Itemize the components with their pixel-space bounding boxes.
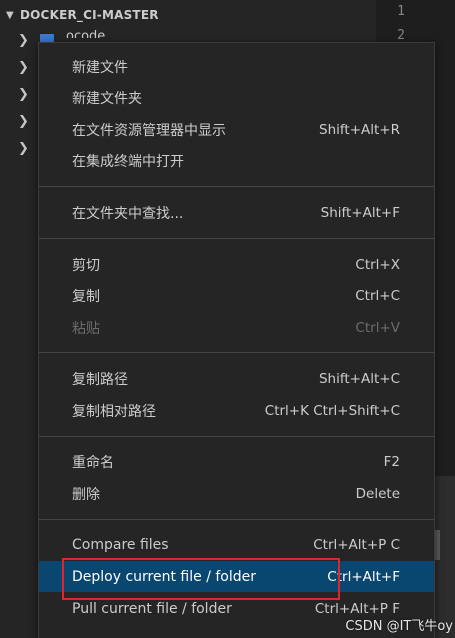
menu-item-shortcut: Shift+Alt+F — [320, 204, 400, 221]
menu-item-new-folder[interactable]: 新建文件夹 — [39, 82, 434, 113]
menu-item-shortcut: Ctrl+X — [355, 256, 400, 273]
explorer-title: DOCKER_CI-MASTER — [20, 8, 159, 22]
menu-item-label: 新建文件夹 — [72, 90, 142, 107]
menu-item-new-file[interactable]: 新建文件 — [39, 51, 434, 82]
menu-item-shortcut: Ctrl+V — [355, 319, 400, 336]
menu-separator — [39, 519, 434, 520]
vscode-window: ▼ DOCKER_CI-MASTER ❯ ❯ ❯ ❯ ❯ ocode 1 2 [… — [0, 0, 455, 638]
menu-item-label: 复制 — [72, 288, 100, 305]
menu-item-reveal-in-explorer[interactable]: 在文件资源管理器中显示 Shift+Alt+R — [39, 114, 434, 145]
menu-item-shortcut: Ctrl+C — [355, 287, 400, 304]
menu-item-label: 删除 — [72, 486, 100, 503]
menu-item-shortcut: Ctrl+K Ctrl+Shift+C — [264, 402, 400, 419]
menu-item-find-in-folder[interactable]: 在文件夹中查找... Shift+Alt+F — [39, 197, 434, 228]
menu-item-label: 复制路径 — [72, 371, 128, 388]
menu-item-deploy-current[interactable]: Deploy current file / folder Ctrl+Alt+F — [39, 561, 434, 592]
chevron-down-icon: ▼ — [6, 9, 14, 21]
menu-separator — [39, 352, 434, 353]
explorer-section-header[interactable]: ▼ DOCKER_CI-MASTER — [0, 2, 376, 28]
chevron-right-icon[interactable]: ❯ — [18, 88, 30, 102]
tree-item-label: ocode — [66, 30, 106, 38]
menu-item-label: 在文件夹中查找... — [72, 205, 184, 222]
menu-item-rename[interactable]: 重命名 F2 — [39, 446, 434, 477]
menu-item-label: Deploy current file / folder — [72, 568, 257, 585]
line-number: 1 — [397, 4, 405, 19]
menu-item-label: 新建文件 — [72, 59, 128, 76]
chevron-right-icon[interactable]: ❯ — [18, 61, 30, 75]
chevron-right-icon[interactable]: ❯ — [18, 142, 30, 156]
menu-item-label: Compare files — [72, 536, 169, 553]
menu-item-label: 剪切 — [72, 257, 100, 274]
menu-item-shortcut: Delete — [355, 485, 400, 502]
menu-separator — [39, 186, 434, 187]
menu-item-label: Pull current file / folder — [72, 600, 232, 617]
menu-item-delete[interactable]: 删除 Delete — [39, 478, 434, 509]
menu-item-cut[interactable]: 剪切 Ctrl+X — [39, 249, 434, 280]
menu-item-shortcut: F2 — [383, 453, 400, 470]
menu-item-shortcut: Shift+Alt+R — [319, 121, 400, 138]
menu-item-label: 在集成终端中打开 — [72, 153, 184, 170]
line-number: 2 — [397, 28, 405, 43]
menu-item-label: 在文件资源管理器中显示 — [72, 122, 226, 139]
menu-item-copy-relative-path[interactable]: 复制相对路径 Ctrl+K Ctrl+Shift+C — [39, 395, 434, 426]
chevron-right-icon[interactable]: ❯ — [18, 34, 30, 48]
menu-item-compare-files[interactable]: Compare files Ctrl+Alt+P C — [39, 529, 434, 560]
folder-icon — [40, 34, 54, 42]
menu-separator — [39, 238, 434, 239]
menu-item-open-in-terminal[interactable]: 在集成终端中打开 — [39, 145, 434, 176]
menu-item-copy-path[interactable]: 复制路径 Shift+Alt+C — [39, 363, 434, 394]
menu-item-shortcut: Ctrl+Alt+P C — [313, 536, 400, 553]
menu-item-label: 粘贴 — [72, 320, 100, 337]
menu-separator — [39, 436, 434, 437]
context-menu: 新建文件 新建文件夹 在文件资源管理器中显示 Shift+Alt+R 在集成终端… — [38, 42, 435, 638]
menu-item-shortcut: Ctrl+Alt+F — [327, 568, 400, 585]
chevron-right-icon[interactable]: ❯ — [18, 115, 30, 129]
menu-item-shortcut: Shift+Alt+C — [318, 370, 400, 387]
menu-item-label: 复制相对路径 — [72, 403, 156, 420]
menu-item-paste[interactable]: 粘贴 Ctrl+V — [39, 312, 434, 343]
watermark: CSDN @IT飞牛oy — [345, 619, 453, 634]
menu-item-copy[interactable]: 复制 Ctrl+C — [39, 280, 434, 311]
menu-item-label: 重命名 — [72, 454, 114, 471]
